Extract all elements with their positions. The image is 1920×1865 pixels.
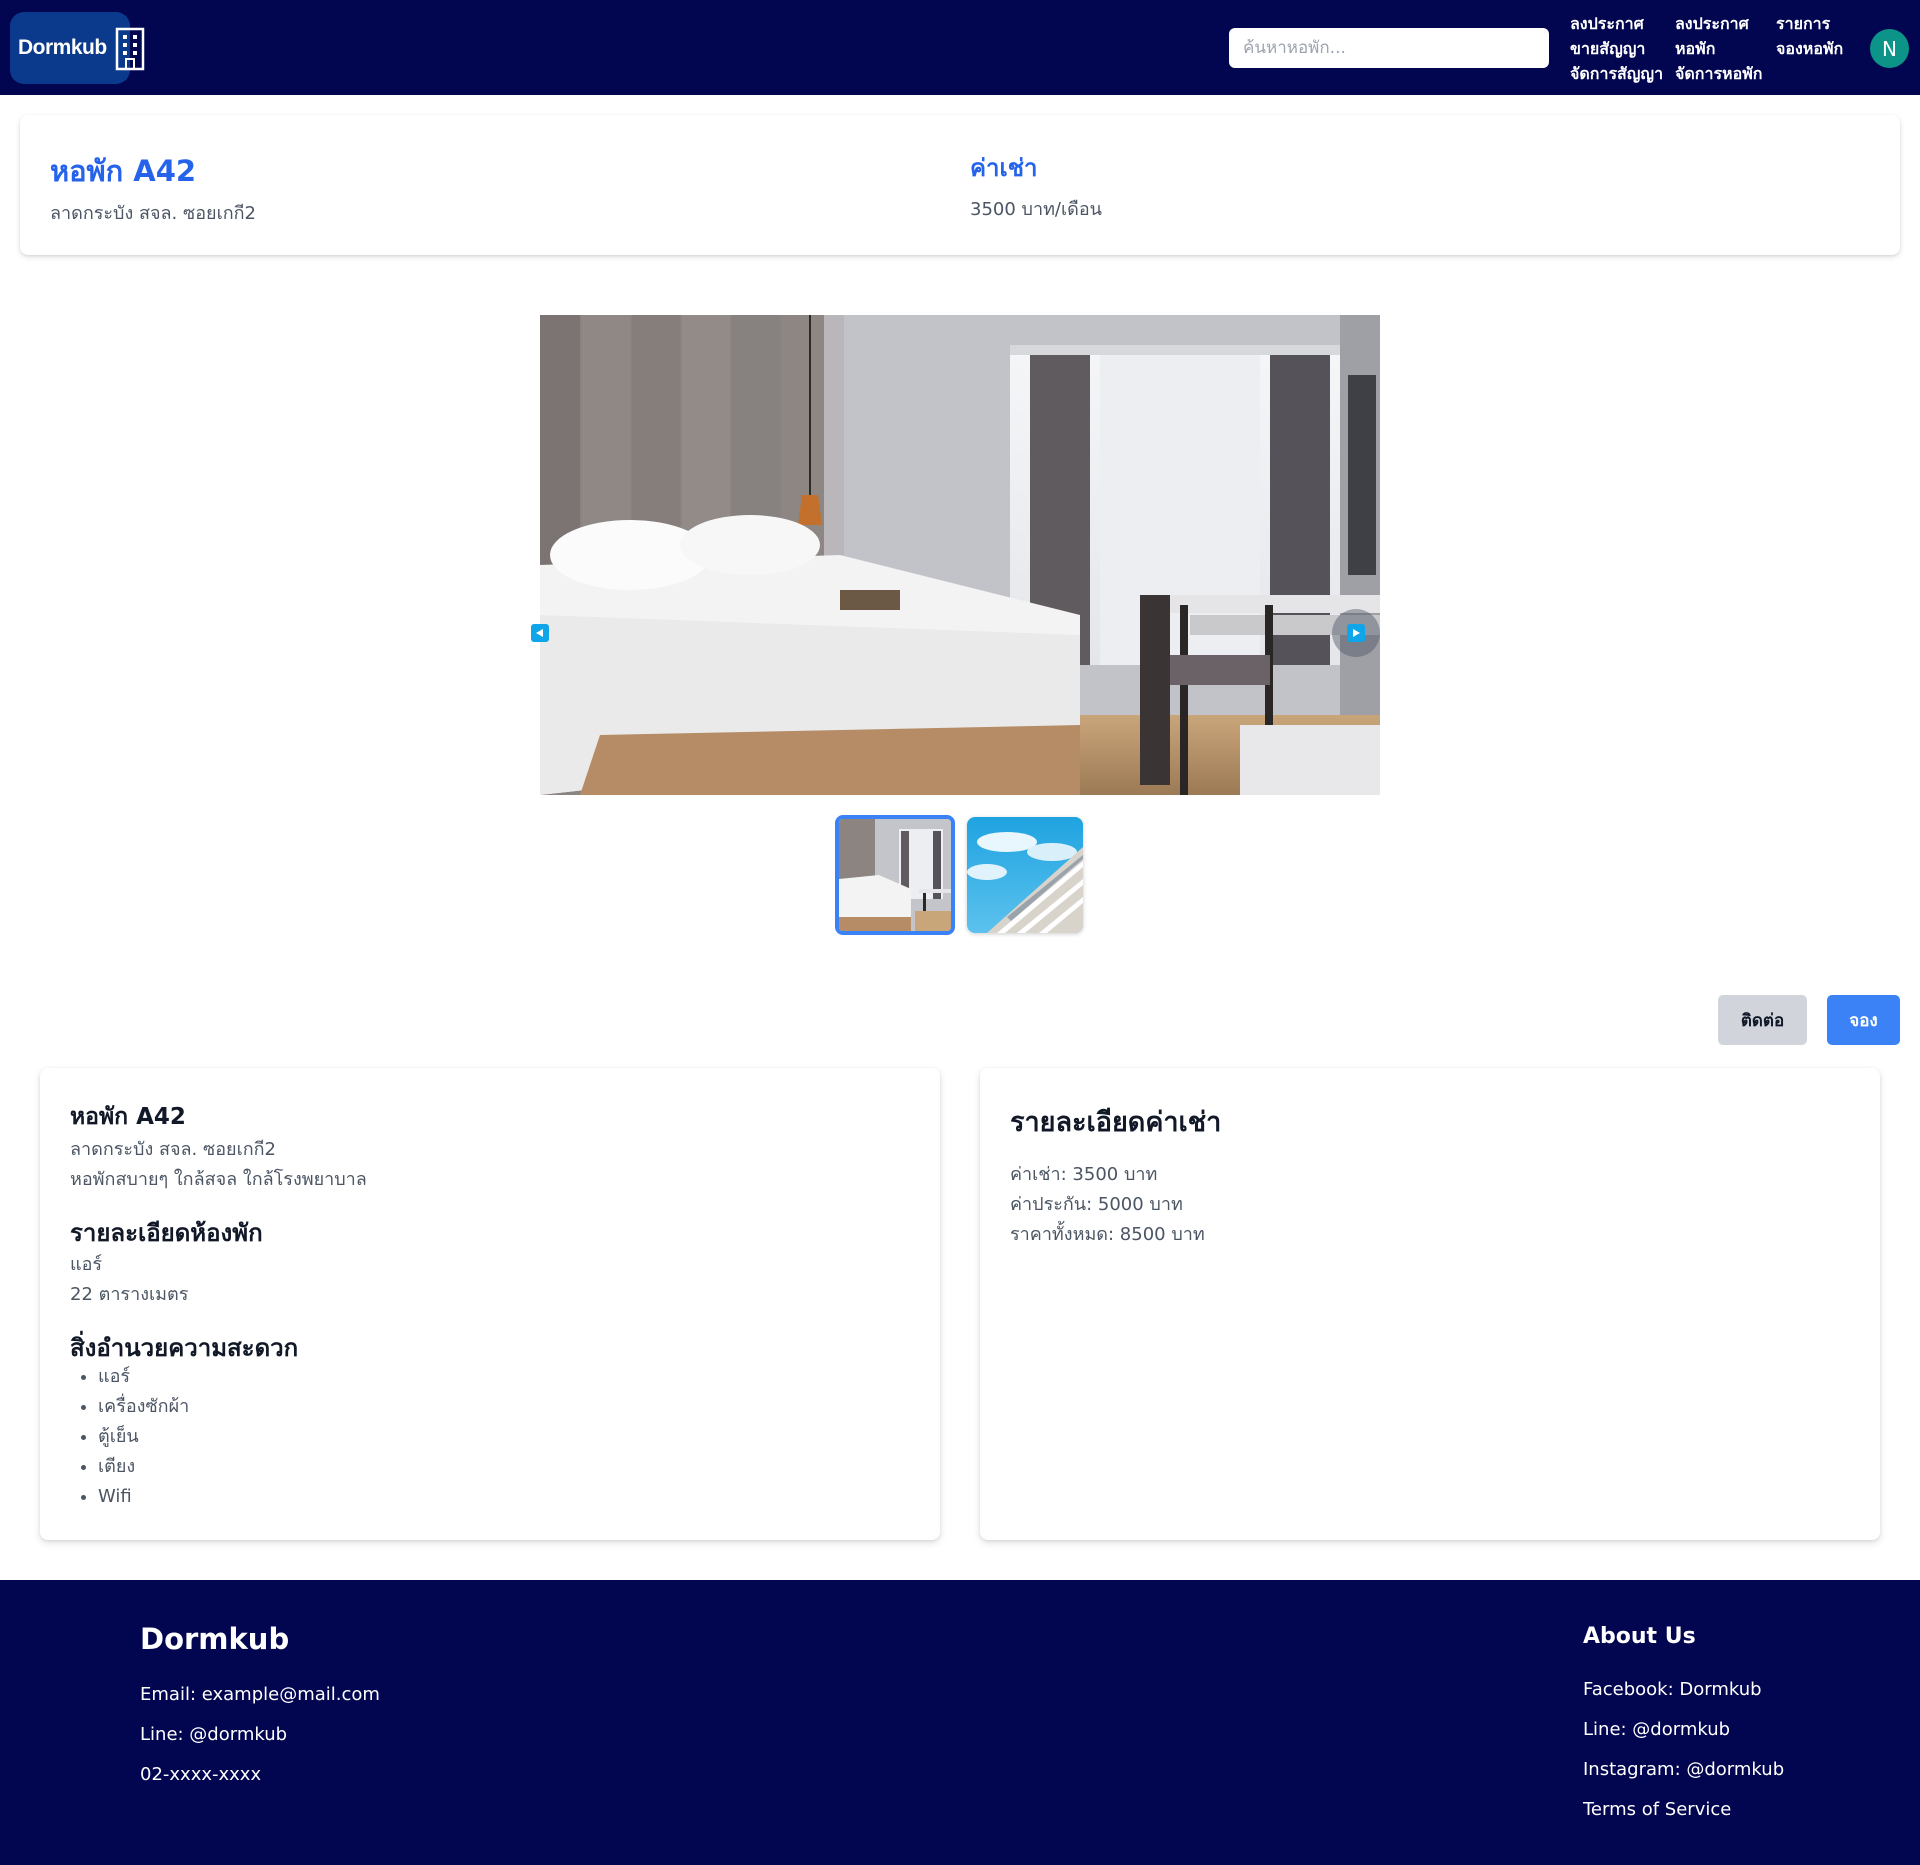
amenity-item: ตู้เย็น — [98, 1422, 189, 1452]
search-input[interactable] — [1229, 28, 1549, 68]
gallery-thumbnail-bedroom[interactable] — [835, 815, 955, 935]
gallery-next-button[interactable] — [1332, 609, 1380, 657]
rent-details-heading: รายละเอียดค่าเช่า — [1010, 1107, 1222, 1138]
details-dorm-name: หอพัก A42 — [70, 1104, 186, 1130]
room-details-heading: รายละเอียดห้องพัก — [70, 1219, 263, 1247]
room-size: 22 ตารางเมตร — [70, 1284, 189, 1305]
amenity-item: เตียง — [98, 1452, 189, 1482]
dormkub-logo[interactable]: Dormkub — [10, 12, 144, 84]
rent-value: 3500 บาท/เดือน — [970, 199, 1102, 220]
footer-line-link[interactable]: Line: @dormkub — [1583, 1719, 1730, 1740]
contact-button[interactable]: ติดต่อ — [1718, 995, 1807, 1045]
amenity-item: Wifi — [98, 1482, 189, 1512]
nav-booking-list-line2: จองหอพัก — [1776, 39, 1844, 58]
room-type: แอร์ — [70, 1254, 103, 1275]
play-left-icon — [531, 624, 549, 642]
footer-brand: Dormkub — [140, 1622, 290, 1656]
nav-post-contract[interactable]: ลงประกาศ ขายสัญญา — [1570, 11, 1645, 61]
nav-post-contract-line1: ลงประกาศ — [1570, 14, 1644, 33]
gallery-prev-button[interactable] — [516, 609, 564, 657]
dorm-summary-card — [20, 115, 1900, 255]
building-icon — [113, 25, 147, 71]
nav-post-dorm-line2: หอพัก — [1675, 39, 1716, 58]
nav-manage-contract[interactable]: จัดการสัญญา — [1570, 61, 1663, 86]
footer-about-heading: About Us — [1583, 1624, 1696, 1649]
gallery-thumbnail-building[interactable] — [967, 817, 1083, 933]
page-title: หอพัก A42 — [50, 154, 197, 188]
nav-booking-list-line1: รายการ — [1776, 14, 1831, 33]
footer-line: Line: @dormkub — [140, 1724, 288, 1745]
footer-terms-link[interactable]: Terms of Service — [1583, 1799, 1731, 1820]
main-gallery-image — [540, 315, 1380, 795]
footer-facebook-link[interactable]: Facebook: Dormkub — [1583, 1679, 1762, 1700]
nav-manage-dorm[interactable]: จัดการหอพัก — [1675, 61, 1762, 86]
details-description: หอพักสบายๆ ใกล้สจล ใกล้โรงพยาบาล — [70, 1169, 367, 1190]
book-button[interactable]: จอง — [1827, 995, 1900, 1045]
amenity-item: แอร์ — [98, 1362, 189, 1392]
logo-text: Dormkub — [18, 36, 107, 59]
deposit-amount: ค่าประกัน: 5000 บาท — [1010, 1194, 1183, 1215]
user-avatar[interactable]: N — [1870, 29, 1909, 68]
footer-instagram-link[interactable]: Instagram: @dormkub — [1583, 1759, 1784, 1780]
play-right-icon — [1347, 624, 1365, 642]
nav-booking-list[interactable]: รายการ จองหอพัก — [1776, 11, 1843, 61]
dorm-address: ลาดกระบัง สจล. ซอยเกกี2 — [50, 203, 256, 224]
nav-post-dorm-line1: ลงประกาศ — [1675, 14, 1749, 33]
rent-amount: ค่าเช่า: 3500 บาท — [1010, 1164, 1158, 1185]
amenity-item: เครื่องซักผ้า — [98, 1392, 189, 1422]
footer-phone: 02-xxxx-xxxx — [140, 1764, 262, 1785]
nav-post-dorm[interactable]: ลงประกาศ หอพัก — [1675, 11, 1749, 61]
footer-email: Email: example@mail.com — [140, 1684, 380, 1705]
amenities-list: แอร์ เครื่องซักผ้า ตู้เย็น เตียง Wifi — [98, 1362, 189, 1512]
total-amount: ราคาทั้งหมด: 8500 บาท — [1010, 1224, 1205, 1245]
details-address: ลาดกระบัง สจล. ซอยเกกี2 — [70, 1139, 276, 1160]
nav-post-contract-line2: ขายสัญญา — [1570, 39, 1646, 58]
rent-label: ค่าเช่า — [970, 154, 1038, 182]
